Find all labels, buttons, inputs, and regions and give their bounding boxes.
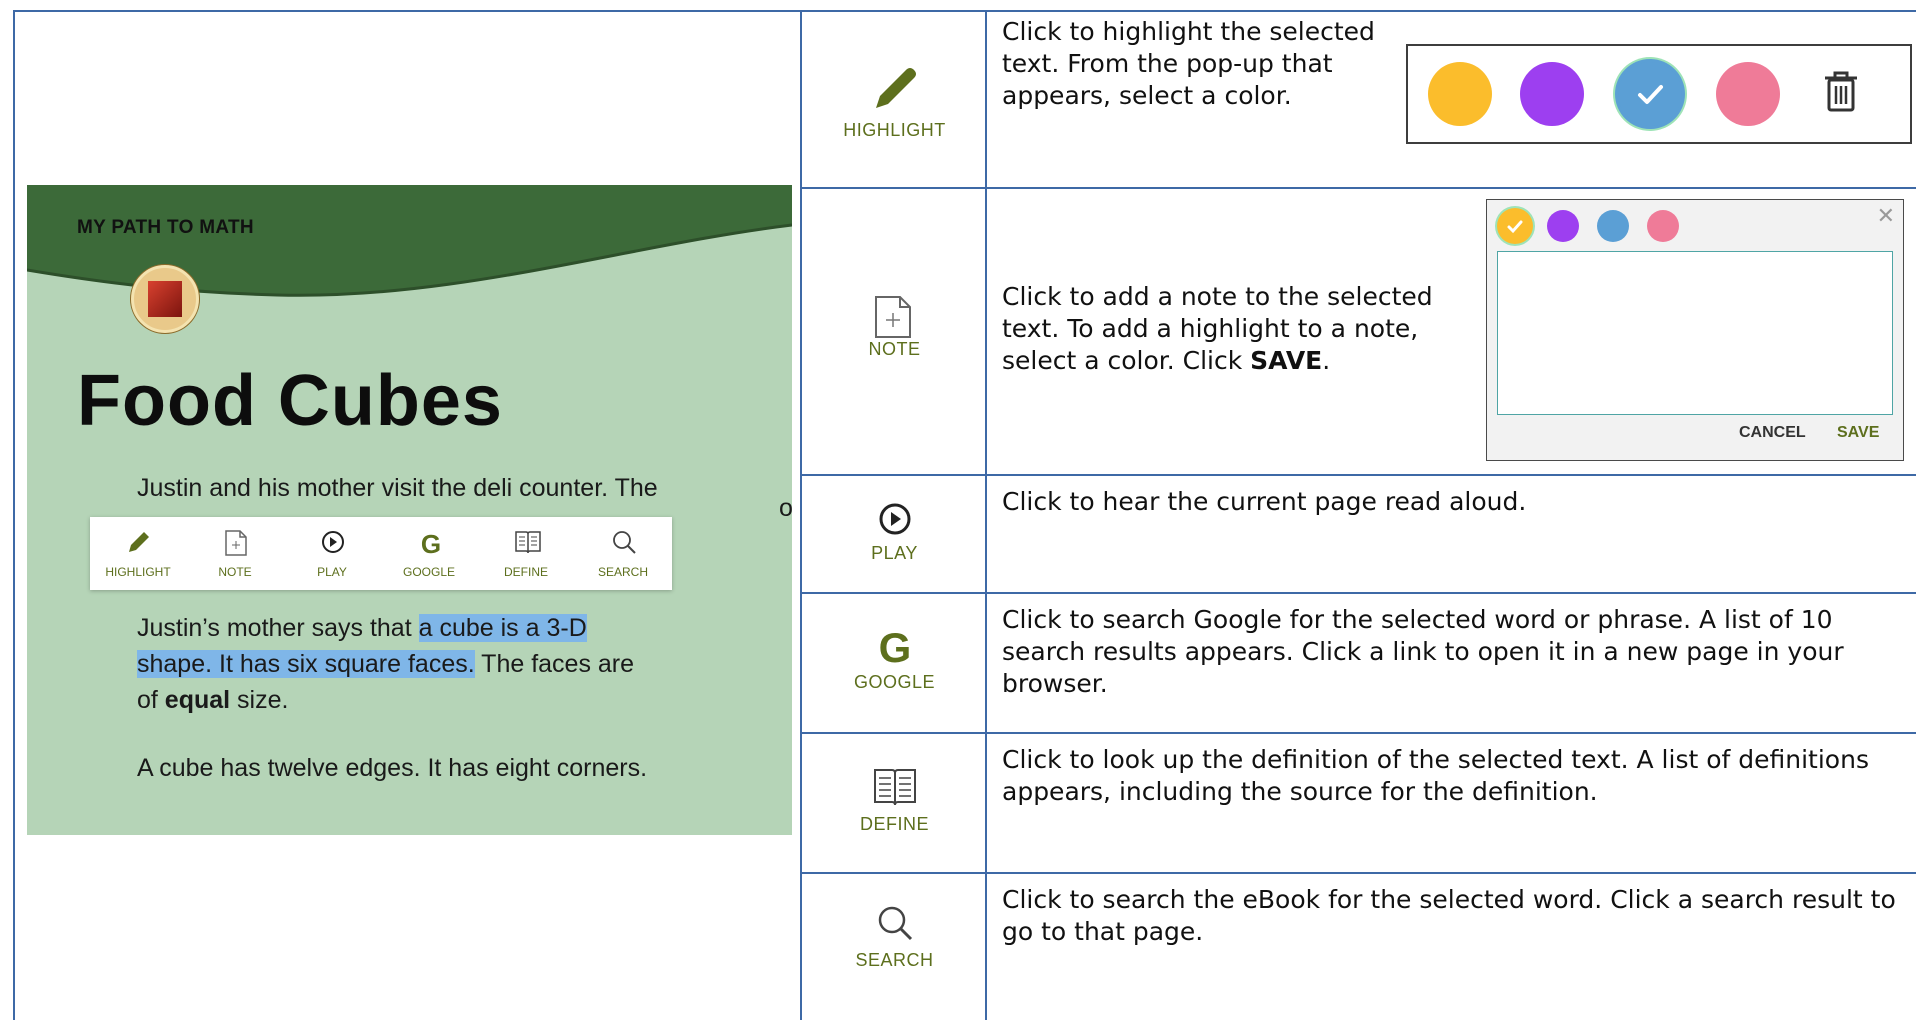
- close-icon[interactable]: ✕: [1877, 204, 1895, 229]
- toolbar-note-button[interactable]: NOTE: [187, 517, 283, 590]
- note-swatch-yellow-selected[interactable]: [1499, 210, 1531, 242]
- define-icon-cell: DEFINE: [802, 734, 987, 872]
- highlight-color-picker: [1406, 44, 1912, 144]
- google-icon-cell: G GOOGLE: [802, 594, 987, 732]
- check-icon: [1507, 220, 1523, 234]
- play-label: PLAY: [871, 543, 918, 563]
- note-icon-cell: NOTE: [802, 189, 987, 474]
- note-swatch-blue[interactable]: [1597, 210, 1629, 242]
- paragraph-1-text: Justin and his mother visit the deli cou…: [137, 474, 658, 502]
- toolbar-label: HIGHLIGHT: [105, 565, 171, 579]
- paragraph-2[interactable]: Justin’s mother says that a cube is a 3-…: [137, 610, 657, 718]
- toolbar-label: DEFINE: [503, 565, 548, 579]
- search-label: SEARCH: [855, 950, 934, 970]
- note-swatch-pink[interactable]: [1647, 210, 1679, 242]
- selection-toolbar: HIGHLIGHT NOTE PLAY G GOOGLE DEFINE SEAR…: [90, 517, 672, 590]
- color-swatch-purple[interactable]: [1520, 62, 1584, 126]
- check-icon: [1638, 85, 1663, 104]
- note-icon: [875, 296, 911, 338]
- play-icon: [879, 503, 911, 535]
- search-icon-cell: SEARCH: [802, 874, 987, 1008]
- highlight-description: Click to highlight the selected text. Fr…: [1002, 17, 1375, 110]
- series-label: MY PATH TO MATH: [77, 217, 254, 238]
- trash-icon[interactable]: [1821, 68, 1861, 116]
- highlight-label: HIGHLIGHT: [843, 120, 946, 140]
- cancel-button[interactable]: CANCEL: [1739, 424, 1806, 442]
- color-swatch-blue-selected[interactable]: [1618, 62, 1682, 126]
- paragraph-2-pre: Justin’s mother says that: [137, 614, 419, 642]
- search-icon: [878, 906, 913, 941]
- play-description: Click to hear the current page read alou…: [1002, 487, 1527, 516]
- book-icon: [874, 769, 916, 806]
- color-swatch-yellow[interactable]: [1428, 62, 1492, 126]
- note-popup: ✕ CANCEL SAVE: [1486, 199, 1904, 461]
- google-description: Click to search Google for the selected …: [1002, 605, 1844, 698]
- note-description-end: .: [1322, 346, 1331, 375]
- paragraph-2-bold: equal: [164, 686, 231, 714]
- note-swatch-purple[interactable]: [1547, 210, 1579, 242]
- paragraph-1-tail: of: [779, 494, 792, 522]
- toolbar-play-button[interactable]: PLAY: [284, 517, 380, 590]
- page-title: Food Cubes: [77, 361, 503, 441]
- toolbar-define-button[interactable]: DEFINE: [478, 517, 574, 590]
- pencil-icon: [876, 68, 916, 108]
- svg-text:G: G: [879, 624, 912, 668]
- toolbar-google-button[interactable]: G GOOGLE: [381, 517, 477, 590]
- note-textarea[interactable]: [1497, 251, 1893, 415]
- note-description-text: Click to add a note to the selected text…: [1002, 282, 1433, 375]
- color-swatch-pink[interactable]: [1716, 62, 1780, 126]
- note-description: Click to add a note to the selected text…: [1002, 281, 1472, 377]
- toolbar-search-button[interactable]: SEARCH: [575, 517, 671, 590]
- highlight-icon-cell: HIGHLIGHT: [802, 12, 987, 187]
- paragraph-2-end: size.: [230, 686, 289, 714]
- define-label: DEFINE: [859, 814, 929, 834]
- toolbar-label: PLAY: [317, 565, 347, 579]
- search-icon: [613, 531, 636, 554]
- paragraph-3: A cube has twelve edges. It has eight co…: [137, 754, 648, 782]
- toolbar-label: NOTE: [218, 565, 252, 579]
- google-icon: G: [879, 624, 912, 668]
- ebook-page: MY PATH TO MATH Food Cubes Justin and hi…: [27, 185, 792, 835]
- note-icon: [225, 530, 247, 556]
- define-description: Click to look up the definition of the s…: [1002, 745, 1869, 806]
- save-button[interactable]: SAVE: [1837, 424, 1879, 442]
- toolbar-highlight-button[interactable]: HIGHLIGHT: [90, 517, 186, 590]
- toolbar-label: GOOGLE: [402, 565, 455, 579]
- svg-text:G: G: [421, 529, 441, 557]
- play-icon-cell: PLAY: [802, 476, 987, 592]
- play-icon: [322, 531, 344, 553]
- paragraph-1: Justin and his mother visit the deli cou…: [137, 470, 792, 522]
- pencil-icon: [129, 532, 149, 552]
- help-table: MY PATH TO MATH Food Cubes Justin and hi…: [0, 0, 1916, 1020]
- search-description: Click to search the eBook for the select…: [1002, 885, 1896, 946]
- book-icon: [515, 531, 541, 554]
- google-icon: G: [421, 529, 441, 557]
- google-label: GOOGLE: [853, 672, 936, 692]
- note-description-bold: SAVE: [1250, 346, 1323, 375]
- toolbar-label: SEARCH: [597, 565, 648, 579]
- cube-badge-icon: [131, 265, 199, 333]
- note-label: NOTE: [868, 339, 921, 359]
